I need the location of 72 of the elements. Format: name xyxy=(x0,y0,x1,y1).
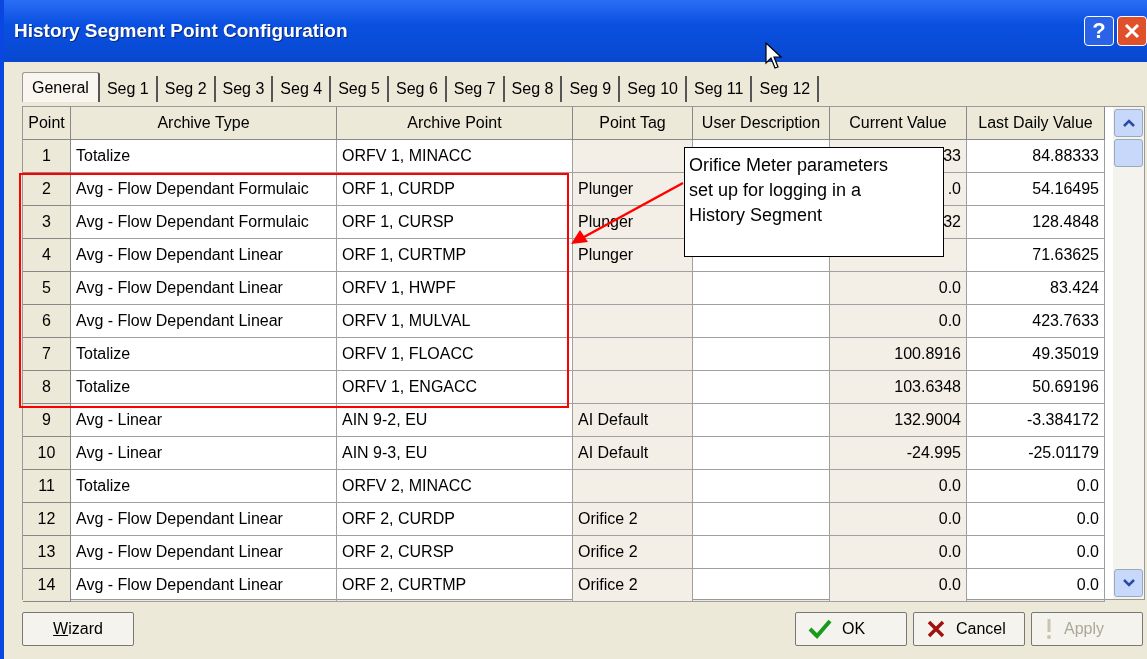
current-value-cell: 132.9004 xyxy=(830,404,967,437)
point-number[interactable]: 7 xyxy=(23,338,71,371)
archive-type-cell: Avg - Linear xyxy=(71,437,337,470)
point-number[interactable]: 4 xyxy=(23,239,71,272)
point-number[interactable]: 12 xyxy=(23,503,71,536)
last-daily-value-cell: 49.35019 xyxy=(967,338,1105,371)
last-daily-value-cell: 54.16495 xyxy=(967,173,1105,206)
point-number[interactable]: 1 xyxy=(23,140,71,173)
archive-type-cell: Totalize xyxy=(71,140,337,173)
archive-type-cell: Avg - Flow Dependant Linear xyxy=(71,272,337,305)
column-header[interactable]: Current Value xyxy=(830,107,967,140)
help-button[interactable]: ? xyxy=(1084,16,1114,46)
current-value-cell: 100.8916 xyxy=(830,338,967,371)
archive-type-cell: Avg - Linear xyxy=(71,404,337,437)
archive-type-cell: Avg - Flow Dependant Formulaic xyxy=(71,206,337,239)
point-tag-cell: AI Default xyxy=(573,404,693,437)
point-number[interactable]: 13 xyxy=(23,536,71,569)
archive-type-cell: Avg - Flow Dependant Formulaic xyxy=(71,173,337,206)
archive-type-cell: Avg - Flow Dependant Linear xyxy=(71,536,337,569)
current-value-cell: 0.0 xyxy=(830,503,967,536)
point-tag-cell: AI Default xyxy=(573,437,693,470)
current-value-cell: -24.995 xyxy=(830,437,967,470)
column-header[interactable]: Last Daily Value xyxy=(967,107,1105,140)
point-number[interactable]: 2 xyxy=(23,173,71,206)
current-value-cell: 0.0 xyxy=(830,569,967,602)
archive-type-cell: Avg - Flow Dependant Linear xyxy=(71,239,337,272)
last-daily-value-cell: 0.0 xyxy=(967,569,1105,602)
last-daily-value-cell: -25.01179 xyxy=(967,437,1105,470)
archive-type-cell: Avg - Flow Dependant Linear xyxy=(71,503,337,536)
column-header[interactable]: User Description xyxy=(693,107,830,140)
point-number[interactable]: 3 xyxy=(23,206,71,239)
point-number[interactable]: 6 xyxy=(23,305,71,338)
archive-type-cell: Totalize xyxy=(71,371,337,404)
last-daily-value-cell: 128.4848 xyxy=(967,206,1105,239)
last-daily-value-cell: 50.69196 xyxy=(967,371,1105,404)
wizard-button[interactable]: Wizard xyxy=(22,612,134,646)
point-tag-cell: Orifice 2 xyxy=(573,536,693,569)
point-number[interactable]: 11 xyxy=(23,470,71,503)
last-daily-value-cell: 83.424 xyxy=(967,272,1105,305)
point-number[interactable]: 9 xyxy=(23,404,71,437)
current-value-cell: 0.0 xyxy=(830,470,967,503)
point-tag-cell: Plunger xyxy=(573,239,693,272)
point-tag-cell: Orifice 2 xyxy=(573,569,693,602)
column-header[interactable]: Point xyxy=(23,107,71,140)
current-value-cell: 0.0 xyxy=(830,305,967,338)
last-daily-value-cell: 0.0 xyxy=(967,470,1105,503)
current-value-cell: 103.6348 xyxy=(830,371,967,404)
archive-type-cell: Totalize xyxy=(71,470,337,503)
archive-type-cell: Avg - Flow Dependant Linear xyxy=(71,569,337,602)
current-value-cell: 0.0 xyxy=(830,272,967,305)
last-daily-value-cell: 423.7633 xyxy=(967,305,1105,338)
tab[interactable]: General xyxy=(22,72,100,102)
point-number[interactable]: 10 xyxy=(23,437,71,470)
cancel-button[interactable]: Cancel xyxy=(913,612,1025,646)
window-title: History Segment Point Configuration xyxy=(14,20,348,42)
last-daily-value-cell: -3.384172 xyxy=(967,404,1105,437)
column-header[interactable]: Archive Point xyxy=(337,107,573,140)
point-tag-cell: Orifice 2 xyxy=(573,503,693,536)
point-number[interactable]: 5 xyxy=(23,272,71,305)
point-number[interactable]: 8 xyxy=(23,371,71,404)
last-daily-value-cell: 0.0 xyxy=(967,503,1105,536)
callout-note: Orifice Meter parameters set up for logging in a History Segment xyxy=(684,147,944,257)
column-header[interactable]: Point Tag xyxy=(573,107,693,140)
last-daily-value-cell: 0.0 xyxy=(967,536,1105,569)
point-number[interactable]: 14 xyxy=(23,569,71,602)
ok-button[interactable]: OK xyxy=(795,612,907,646)
last-daily-value-cell: 71.63625 xyxy=(967,239,1105,272)
last-daily-value-cell: 84.88333 xyxy=(967,140,1105,173)
column-header[interactable]: Archive Type xyxy=(71,107,337,140)
current-value-cell: 0.0 xyxy=(830,536,967,569)
archive-type-cell: Totalize xyxy=(71,338,337,371)
archive-type-cell: Avg - Flow Dependant Linear xyxy=(71,305,337,338)
